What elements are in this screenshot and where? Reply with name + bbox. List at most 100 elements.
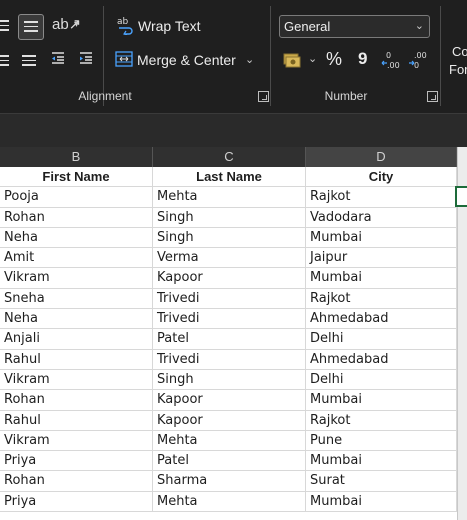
- accounting-format-icon[interactable]: [283, 52, 305, 68]
- cell-first-name[interactable]: Vikram: [0, 430, 153, 452]
- decrease-decimal-icon[interactable]: .00 0: [408, 50, 430, 70]
- cell-last-name[interactable]: Mehta: [153, 430, 306, 452]
- increase-indent-icon[interactable]: [78, 50, 94, 66]
- table-header-row: First Name Last Name City: [0, 167, 457, 188]
- cell-last-name[interactable]: Patel: [153, 451, 306, 472]
- cell-first-name[interactable]: Sneha: [0, 288, 153, 310]
- chevron-down-icon[interactable]: ▾: [74, 19, 79, 30]
- cell-city[interactable]: Vadodara: [306, 207, 457, 228]
- cell-city[interactable]: Rajkot: [306, 187, 457, 208]
- cell-last-name[interactable]: Singh: [153, 207, 306, 228]
- cell-city[interactable]: Delhi: [306, 369, 457, 391]
- column-header-d[interactable]: D: [306, 147, 457, 167]
- worksheet-grid[interactable]: First Name Last Name City Pooja Mehta Rajk…: [0, 167, 457, 513]
- cell-last-name[interactable]: Kapoor: [153, 268, 306, 289]
- cell-city[interactable]: Rajkot: [306, 410, 457, 431]
- cell-city[interactable]: Ahmedabad: [306, 309, 457, 330]
- align-center-button[interactable]: [18, 14, 44, 40]
- cell-first-name[interactable]: Priya: [0, 491, 153, 513]
- cell-last-name[interactable]: Kapoor: [153, 410, 306, 431]
- table-row: Neha Trivedi Ahmedabad: [0, 309, 457, 330]
- table-row: Anjali Patel Delhi: [0, 329, 457, 350]
- ribbon: ab↗ ▾ ab Wrap Text Merge & Center ⌄ Alig…: [0, 0, 467, 113]
- conditional-formatting-label[interactable]: Co: [452, 44, 467, 59]
- align-justify-icon[interactable]: [0, 55, 9, 69]
- cell-first-name[interactable]: Anjali: [0, 329, 153, 350]
- cell-city[interactable]: Delhi: [306, 329, 457, 350]
- cell-last-name[interactable]: Singh: [153, 369, 306, 391]
- cell-last-name[interactable]: Mehta: [153, 491, 306, 513]
- table-row: Vikram Mehta Pune: [0, 430, 457, 452]
- cell-city[interactable]: Pune: [306, 430, 457, 452]
- group-label-number: Number: [324, 89, 368, 103]
- cell-first-name[interactable]: Rahul: [0, 349, 153, 370]
- table-row: Vikram Kapoor Mumbai: [0, 268, 457, 289]
- column-header-b[interactable]: B: [0, 147, 153, 167]
- cell-first-name[interactable]: Rahul: [0, 410, 153, 431]
- cell-last-name[interactable]: Trivedi: [153, 349, 306, 370]
- cell-last-name[interactable]: Trivedi: [153, 309, 306, 330]
- table-row: Rahul Trivedi Ahmedabad: [0, 349, 457, 370]
- cell-first-name[interactable]: Neha: [0, 227, 153, 249]
- cell-first-name[interactable]: Priya: [0, 451, 153, 472]
- cell-last-name[interactable]: Mehta: [153, 187, 306, 208]
- cell-city[interactable]: Ahmedabad: [306, 349, 457, 370]
- number-dialog-launcher-icon[interactable]: [427, 91, 438, 102]
- cell-last-name[interactable]: Singh: [153, 227, 306, 249]
- table-row: Neha Singh Mumbai: [0, 227, 457, 249]
- increase-decimal-icon[interactable]: 0.00: [381, 50, 403, 70]
- cell-city[interactable]: Surat: [306, 471, 457, 492]
- wrap-text-icon[interactable]: ab: [117, 15, 135, 36]
- align-right-icon[interactable]: [22, 55, 36, 69]
- cell-city[interactable]: Rajkot: [306, 288, 457, 310]
- table-row: Rohan Singh Vadodara: [0, 207, 457, 228]
- cell-city[interactable]: Mumbai: [306, 390, 457, 411]
- cell-first-name[interactable]: Rohan: [0, 207, 153, 228]
- header-first-name[interactable]: First Name: [0, 167, 153, 188]
- svg-text:0: 0: [414, 61, 419, 70]
- cell-first-name[interactable]: Rohan: [0, 471, 153, 492]
- cell-first-name[interactable]: Vikram: [0, 268, 153, 289]
- cell-first-name[interactable]: Rohan: [0, 390, 153, 411]
- cell-first-name[interactable]: Pooja: [0, 187, 153, 208]
- cell-last-name[interactable]: Kapoor: [153, 390, 306, 411]
- chevron-down-icon: ⌄: [414, 20, 424, 32]
- number-format-value: General: [284, 19, 331, 34]
- merge-center-icon[interactable]: [115, 51, 133, 67]
- table-row: Amit Verma Jaipur: [0, 248, 457, 269]
- chevron-down-icon[interactable]: ⌄: [245, 53, 254, 66]
- cell-first-name[interactable]: Vikram: [0, 369, 153, 391]
- chevron-down-icon[interactable]: ⌄: [308, 52, 317, 65]
- cell-city[interactable]: Jaipur: [306, 248, 457, 269]
- cell-first-name[interactable]: Amit: [0, 248, 153, 269]
- align-left-icon[interactable]: [0, 20, 9, 34]
- decrease-indent-icon[interactable]: [50, 50, 66, 66]
- ribbon-separator: [270, 6, 271, 106]
- cell-city[interactable]: Mumbai: [306, 227, 457, 249]
- merge-center-button[interactable]: Merge & Center: [137, 52, 236, 68]
- selected-cell[interactable]: [455, 186, 467, 207]
- header-city[interactable]: City: [306, 167, 457, 188]
- cell-first-name[interactable]: Neha: [0, 309, 153, 330]
- table-row: Pooja Mehta Rajkot: [0, 187, 457, 208]
- cell-last-name[interactable]: Sharma: [153, 471, 306, 492]
- header-last-name[interactable]: Last Name: [153, 167, 306, 188]
- ribbon-separator: [440, 6, 441, 106]
- cell-last-name[interactable]: Patel: [153, 329, 306, 350]
- cell-last-name[interactable]: Verma: [153, 248, 306, 269]
- alignment-dialog-launcher-icon[interactable]: [258, 91, 269, 102]
- percent-style-icon[interactable]: %: [326, 49, 342, 70]
- comma-style-icon[interactable]: 9: [358, 49, 367, 69]
- cell-last-name[interactable]: Trivedi: [153, 288, 306, 310]
- wrap-text-button[interactable]: Wrap Text: [138, 18, 201, 34]
- table-row: Priya Patel Mumbai: [0, 451, 457, 472]
- cell-city[interactable]: Mumbai: [306, 491, 457, 513]
- table-row: Sneha Trivedi Rajkot: [0, 288, 457, 310]
- number-format-select[interactable]: General ⌄: [279, 15, 430, 38]
- cell-city[interactable]: Mumbai: [306, 268, 457, 289]
- table-row: Priya Mehta Mumbai: [0, 491, 457, 513]
- svg-text:ab: ab: [117, 17, 129, 27]
- column-header-c[interactable]: C: [153, 147, 306, 167]
- conditional-formatting-label-2[interactable]: For: [449, 62, 467, 77]
- cell-city[interactable]: Mumbai: [306, 451, 457, 472]
